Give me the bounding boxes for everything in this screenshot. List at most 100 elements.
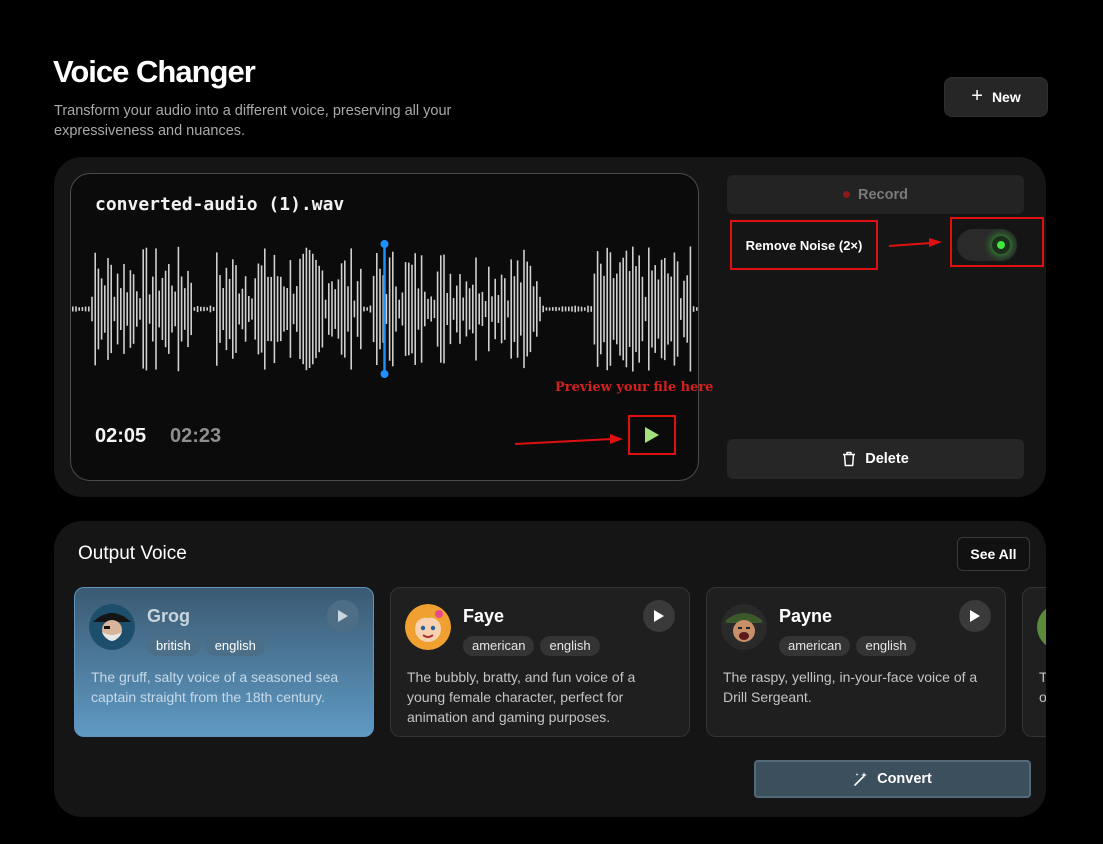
waveform-bar — [600, 263, 602, 355]
waveform-bar — [161, 277, 164, 340]
waveform-bar — [526, 261, 528, 357]
waveform-bar — [542, 305, 544, 313]
waveform-bar — [251, 298, 253, 320]
waveform-bar — [142, 249, 144, 369]
convert-button[interactable]: Convert — [754, 760, 1031, 798]
waveform-bar — [155, 248, 157, 370]
voice-tag: english — [540, 636, 600, 656]
voice-description: The bubbly, bratty, and fun voice of a y… — [407, 669, 636, 725]
waveform-bar — [302, 253, 304, 365]
waveform-bar — [638, 255, 640, 363]
waveform-bar — [686, 275, 688, 343]
voice-tag: american — [463, 636, 535, 656]
waveform-bar — [529, 265, 532, 353]
waveform-bar — [497, 295, 500, 323]
waveform-bar — [654, 265, 656, 353]
waveform-bar — [664, 258, 666, 361]
waveform-bar — [574, 305, 576, 313]
waveform-bar — [356, 281, 359, 337]
waveform-bar — [392, 251, 394, 367]
waveform-bar — [468, 288, 471, 330]
waveform-bar — [232, 259, 234, 359]
girl-avatar-icon — [405, 604, 451, 650]
voice-card-faye[interactable]: Faye american english The bubbly, bratty… — [390, 587, 690, 737]
voice-play-button[interactable] — [327, 600, 359, 632]
waveform-bar — [126, 292, 128, 326]
waveform-bar — [532, 286, 535, 332]
playhead-top-handle[interactable] — [380, 240, 389, 248]
voice-play-button[interactable] — [959, 600, 991, 632]
waveform-bar — [193, 307, 196, 311]
waveform-bar — [478, 293, 480, 325]
waveform-bar — [673, 252, 676, 366]
voice-tag: american — [779, 636, 851, 656]
waveform-bar — [369, 305, 372, 313]
voice-card-grog[interactable]: Grog british english The gruff, salty vo… — [74, 587, 374, 737]
avatar — [721, 604, 767, 650]
record-button[interactable]: Record — [727, 175, 1024, 214]
waveform-bar — [398, 299, 400, 319]
waveform-bar — [372, 275, 375, 343]
waveform-bar — [235, 265, 237, 353]
current-time: 02:05 — [95, 425, 147, 447]
waveform-bar — [107, 258, 109, 360]
waveform-bar — [520, 282, 522, 336]
voice-description: T o — [1039, 669, 1046, 705]
voice-card-payne[interactable]: Payne american english The raspy, yellin… — [706, 587, 1006, 737]
waveform-bar — [222, 288, 224, 330]
waveform-bar — [190, 282, 192, 336]
waveform-bar — [452, 298, 455, 320]
waveform-bar — [289, 260, 292, 358]
waveform-bar — [337, 279, 340, 339]
waveform-bar — [276, 276, 279, 342]
waveform-bar — [606, 247, 608, 371]
waveform-bar — [164, 270, 167, 348]
waveform-bar — [609, 252, 612, 366]
remove-noise-highlight-box — [730, 220, 878, 270]
waveform-bar — [462, 297, 464, 321]
waveform-bar — [171, 285, 173, 333]
play-icon — [654, 610, 664, 622]
waveform-bar — [312, 253, 314, 365]
record-dot-icon — [843, 191, 851, 198]
waveform-bar — [168, 264, 170, 354]
waveform-bar — [401, 292, 404, 326]
waveform-bar — [180, 276, 183, 342]
trash-icon — [843, 451, 856, 467]
waveform-bar — [696, 307, 698, 311]
voice-card-partial[interactable]: T o — [1022, 587, 1046, 737]
waveform-bar — [94, 252, 96, 366]
waveform-bar — [363, 306, 365, 312]
voice-play-button[interactable] — [643, 600, 675, 632]
waveform-bar — [596, 251, 599, 367]
waveform-bar — [145, 247, 148, 371]
waveform-bar — [603, 275, 605, 343]
play-icon — [338, 610, 348, 622]
waveform-bar — [347, 286, 349, 332]
avatar — [1037, 604, 1046, 650]
waveform-bar — [568, 306, 570, 312]
waveform-bar — [328, 283, 330, 335]
see-all-button[interactable]: See All — [957, 537, 1030, 571]
avatar — [405, 604, 451, 650]
waveform-bar — [97, 268, 100, 350]
waveform-bar — [360, 268, 362, 350]
waveform-bar — [488, 266, 490, 352]
waveform[interactable] — [71, 238, 698, 380]
voice-avatar-icon — [1037, 608, 1046, 646]
waveform-bar — [433, 299, 436, 319]
new-button[interactable]: + New — [944, 77, 1048, 117]
waveform-bar — [187, 270, 189, 348]
waveform-bar — [516, 260, 519, 358]
waveform-bar — [564, 306, 567, 312]
waveform-bar — [148, 294, 151, 324]
waveform-bar — [270, 276, 272, 342]
sergeant-avatar-icon — [721, 604, 767, 650]
waveform-bar — [203, 306, 205, 312]
waveform-bar — [465, 281, 468, 337]
waveform-bar — [219, 275, 221, 343]
delete-button[interactable]: Delete — [727, 439, 1024, 479]
waveform-bar — [228, 278, 231, 340]
playhead-bottom-handle[interactable] — [380, 370, 389, 378]
waveform-bar — [324, 299, 327, 319]
